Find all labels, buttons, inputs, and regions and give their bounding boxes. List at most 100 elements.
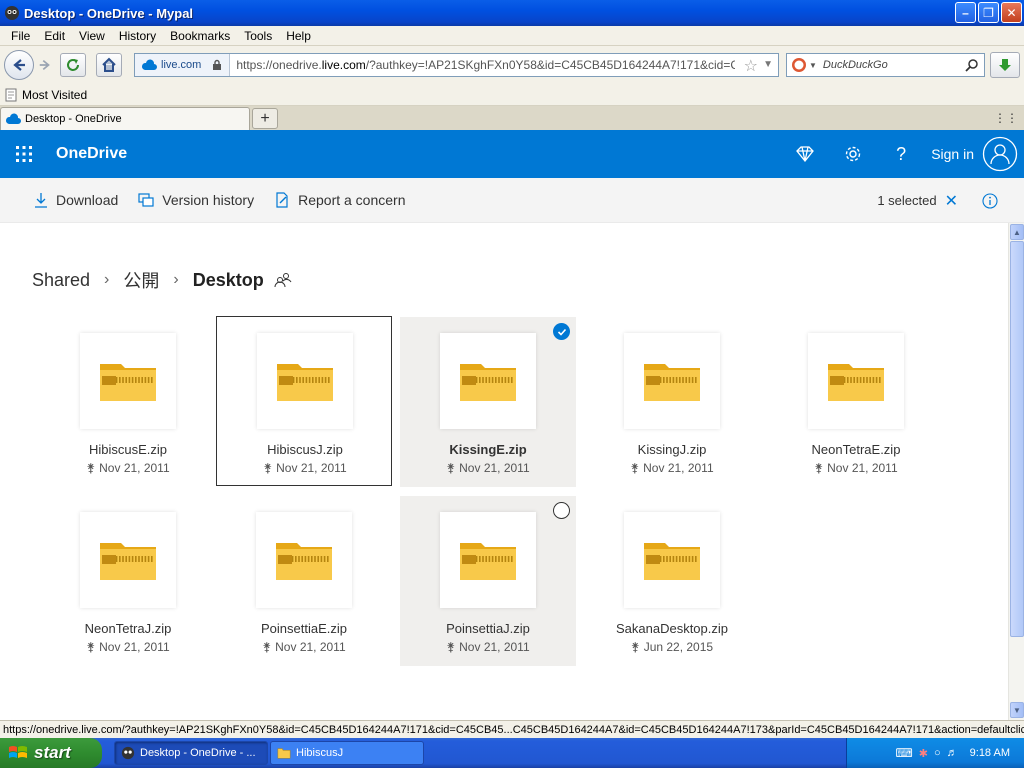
scroll-up-button[interactable]: ▲ xyxy=(1010,224,1024,240)
back-button[interactable] xyxy=(4,50,34,80)
tab-list-icon[interactable]: ⋮⋮ xyxy=(994,111,1018,125)
task-label: Desktop - OneDrive - ... xyxy=(140,747,256,759)
window-title-bar[interactable]: Desktop - OneDrive - Mypal – ❐ ✕ xyxy=(0,0,1024,26)
file-tile-poinsettiaj[interactable]: PoinsettiaJ.zip ⚵ Nov 21, 2011 xyxy=(400,496,576,666)
file-tile-hibiscuse[interactable]: HibiscusE.zip ⚵ Nov 21, 2011 xyxy=(40,317,216,487)
file-name: HibiscusE.zip xyxy=(88,442,168,457)
version-history-icon xyxy=(138,193,154,207)
sign-in-link[interactable]: Sign in xyxy=(931,146,974,162)
network-icon[interactable]: ✱ xyxy=(919,747,928,760)
clock: 9:18 AM xyxy=(969,747,1010,759)
settings-button[interactable] xyxy=(829,130,877,178)
search-input[interactable]: DuckDuckGo xyxy=(823,59,888,71)
file-tile-poinsettiae[interactable]: PoinsettiaE.zip ⚵ Nov 21, 2011 xyxy=(216,496,392,666)
file-date: Nov 21, 2011 xyxy=(459,640,530,654)
premium-button[interactable] xyxy=(781,130,829,178)
download-button[interactable]: Download xyxy=(24,178,128,222)
menu-help[interactable]: Help xyxy=(279,29,318,43)
start-button[interactable]: start xyxy=(0,738,102,768)
url-text[interactable]: https://onedrive.live.com/?authkey=!AP21… xyxy=(230,58,735,72)
onedrive-brand[interactable]: OneDrive xyxy=(56,145,127,163)
search-engine-dropdown-icon[interactable]: ▼ xyxy=(809,61,817,70)
minimize-button[interactable]: – xyxy=(955,2,976,23)
bookmark-star-icon[interactable]: ☆ xyxy=(744,56,758,76)
question-icon: ? xyxy=(896,143,907,164)
breadcrumb-public[interactable]: 公開 xyxy=(123,267,159,293)
search-icon[interactable] xyxy=(965,58,979,72)
file-tile-sakanadesktop[interactable]: SakanaDesktop.zip ⚵ Jun 22, 2015 xyxy=(584,496,760,666)
file-thumbnail xyxy=(80,333,176,429)
file-name: PoinsettiaE.zip xyxy=(261,621,347,636)
reload-button[interactable] xyxy=(60,53,86,77)
version-history-button[interactable]: Version history xyxy=(128,178,264,222)
volume-icon[interactable]: ♬ xyxy=(947,747,958,759)
file-thumbnail xyxy=(440,333,536,429)
taskbar-item-browser[interactable]: Desktop - OneDrive - ... xyxy=(114,741,268,765)
menu-file[interactable]: File xyxy=(4,29,37,43)
menu-edit[interactable]: Edit xyxy=(37,29,72,43)
system-tray: ⌨ ✱ ○ ♬ 9:18 AM xyxy=(846,738,1024,768)
url-rest: /?authkey=!AP21SKghFXn0Y58&id=C45CB45D16… xyxy=(365,58,736,72)
menu-history[interactable]: History xyxy=(112,29,163,43)
shared-person-icon: ⚵ xyxy=(630,640,640,654)
help-button[interactable]: ? xyxy=(877,130,925,178)
mypal-task-icon xyxy=(121,746,135,760)
menu-bookmarks[interactable]: Bookmarks xyxy=(163,29,237,43)
forward-arrow-icon xyxy=(39,59,50,71)
downloads-button[interactable] xyxy=(990,52,1020,78)
vertical-scrollbar[interactable]: ▲ ▼ xyxy=(1008,223,1024,720)
report-concern-button[interactable]: Report a concern xyxy=(264,178,415,222)
file-thumbnail xyxy=(80,512,176,608)
tray-app-icon[interactable]: ○ xyxy=(934,747,941,759)
reload-icon xyxy=(67,59,79,71)
url-domain: live.com xyxy=(321,58,366,72)
file-tile-hibiscusj[interactable]: HibiscusJ.zip ⚵ Nov 21, 2011 xyxy=(216,316,392,486)
taskbar-item-folder[interactable]: HibiscusJ xyxy=(270,741,424,765)
menu-view[interactable]: View xyxy=(72,29,112,43)
new-tab-button[interactable]: + xyxy=(252,108,278,129)
file-date: Nov 21, 2011 xyxy=(99,461,170,475)
gear-icon xyxy=(845,146,861,162)
keyboard-icon[interactable]: ⌨ xyxy=(895,746,912,760)
search-bar[interactable]: ▼ DuckDuckGo xyxy=(786,53,985,77)
most-visited-link[interactable]: Most Visited xyxy=(22,88,87,102)
info-icon[interactable] xyxy=(982,192,998,209)
clear-selection-icon[interactable]: ✕ xyxy=(945,191,958,211)
file-date: Nov 21, 2011 xyxy=(276,461,347,475)
file-thumbnail xyxy=(808,333,904,429)
download-icon xyxy=(35,193,47,208)
breadcrumb-chevron-icon: › xyxy=(104,271,110,288)
avatar-icon[interactable] xyxy=(982,136,1018,172)
url-dropdown-icon[interactable]: ▼ xyxy=(763,59,773,70)
scroll-thumb[interactable] xyxy=(1010,241,1024,637)
forward-button[interactable] xyxy=(36,53,54,77)
select-circle-icon[interactable] xyxy=(553,502,570,519)
duckduckgo-icon xyxy=(792,58,806,72)
diamond-icon xyxy=(796,146,815,162)
shared-person-icon: ⚵ xyxy=(446,461,456,475)
zip-folder-icon xyxy=(100,364,156,401)
scroll-down-button[interactable]: ▼ xyxy=(1010,702,1024,718)
menu-tools[interactable]: Tools xyxy=(237,29,279,43)
file-tile-neontetraj[interactable]: NeonTetraJ.zip ⚵ Nov 21, 2011 xyxy=(40,496,216,666)
file-tile-neontetrae[interactable]: NeonTetraE.zip ⚵ Nov 21, 2011 xyxy=(768,317,944,487)
restore-button[interactable]: ❐ xyxy=(978,2,999,23)
file-date: Jun 22, 2015 xyxy=(643,640,714,654)
file-tile-kissinge[interactable]: KissingE.zip ⚵ Nov 21, 2011 xyxy=(400,317,576,487)
tab-desktop-onedrive[interactable]: Desktop - OneDrive xyxy=(0,107,250,130)
address-bar[interactable]: live.com https://onedrive.live.com/?auth… xyxy=(134,53,779,77)
site-identity[interactable]: live.com xyxy=(135,54,231,76)
file-name: KissingJ.zip xyxy=(637,442,707,457)
file-name: NeonTetraJ.zip xyxy=(84,621,172,636)
home-button[interactable] xyxy=(96,53,122,77)
zip-folder-icon xyxy=(460,364,516,401)
window-title: Desktop - OneDrive - Mypal xyxy=(24,5,194,21)
selected-check-icon[interactable] xyxy=(553,323,570,340)
file-tile-kissingj[interactable]: KissingJ.zip ⚵ Nov 21, 2011 xyxy=(584,317,760,487)
app-launcher-button[interactable] xyxy=(0,130,48,178)
close-button[interactable]: ✕ xyxy=(1001,2,1022,23)
breadcrumb-shared[interactable]: Shared xyxy=(32,270,90,291)
shared-person-icon: ⚵ xyxy=(86,461,96,475)
onedrive-header: OneDrive ? Sign in xyxy=(0,130,1024,178)
lock-icon xyxy=(213,59,222,70)
